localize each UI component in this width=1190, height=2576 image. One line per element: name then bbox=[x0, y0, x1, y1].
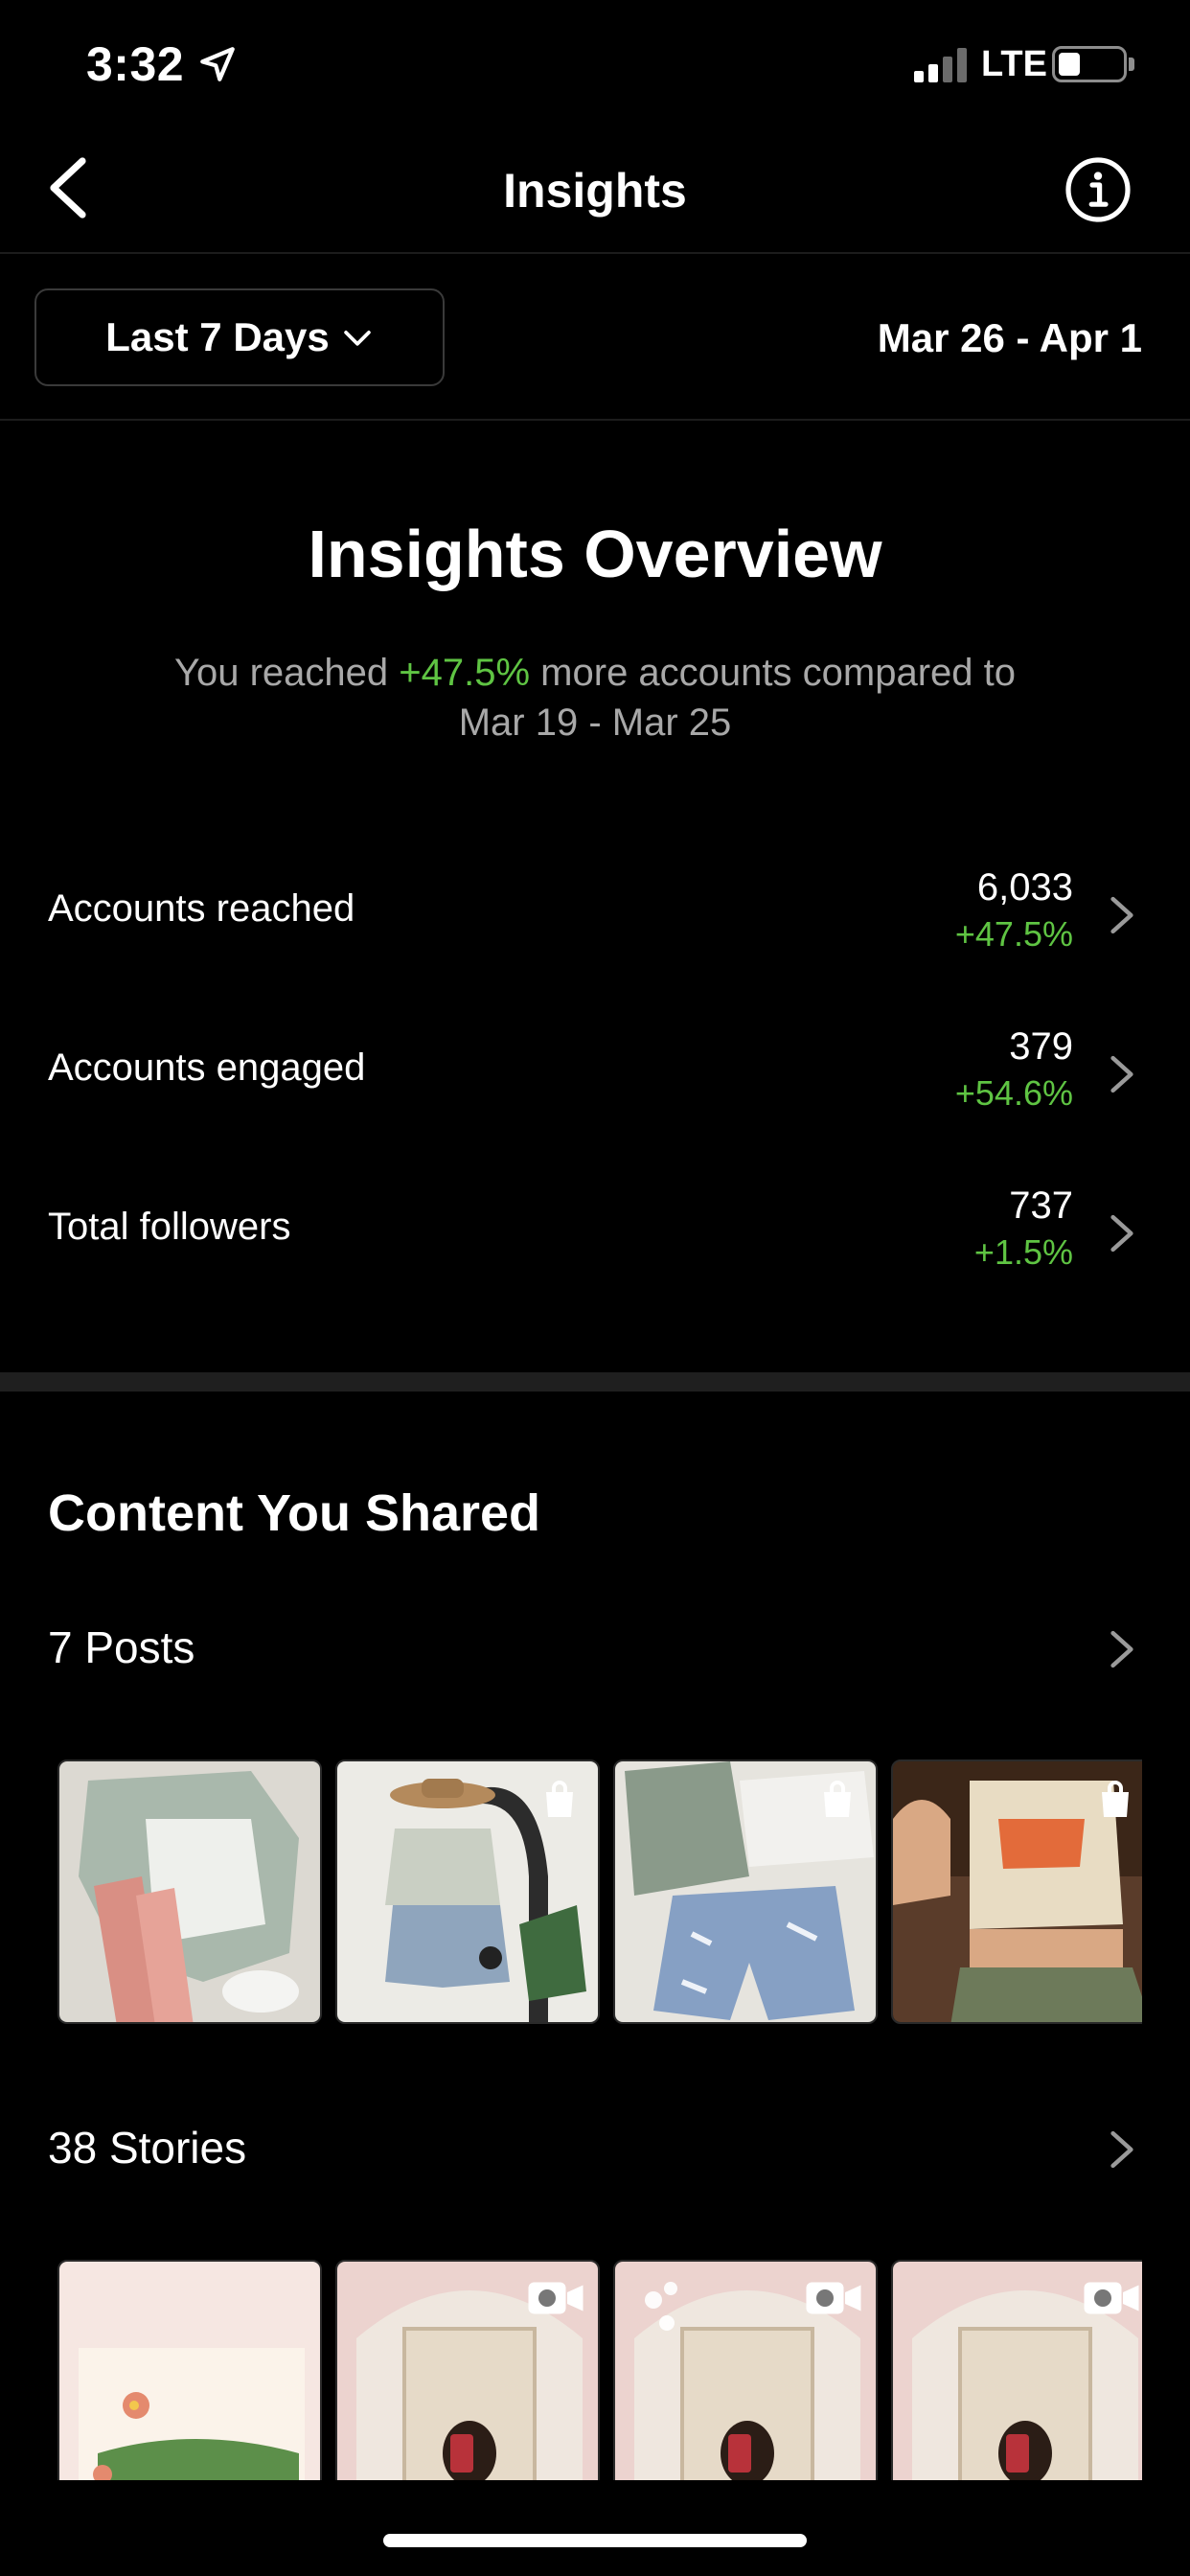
section-divider bbox=[0, 1372, 1190, 1392]
metric-delta: +54.6% bbox=[954, 1073, 1073, 1113]
chevron-right-icon bbox=[1110, 1630, 1133, 1668]
overview-subtitle-change: +47.5% bbox=[399, 652, 531, 694]
content-section-title: Content You Shared bbox=[48, 1484, 541, 1542]
overview-subtitle-suffix: more accounts compared to bbox=[530, 652, 1016, 694]
metric-label: Accounts engaged bbox=[48, 1046, 366, 1089]
post-image bbox=[59, 1761, 320, 2022]
story-image bbox=[59, 2262, 320, 2480]
chevron-right-icon bbox=[1110, 1214, 1133, 1253]
chevron-right-icon bbox=[1110, 896, 1133, 934]
posts-count-label: 7 Posts bbox=[48, 1622, 195, 1672]
nav-bar: Insights bbox=[0, 134, 1190, 254]
chevron-right-icon bbox=[1110, 1055, 1133, 1093]
metric-label: Accounts reached bbox=[48, 887, 355, 930]
battery-icon bbox=[1052, 46, 1127, 82]
chevron-down-icon bbox=[343, 331, 371, 346]
metric-value: 6,033 bbox=[976, 866, 1073, 908]
battery-nub bbox=[1129, 58, 1134, 71]
status-time: 3:32 bbox=[86, 37, 185, 91]
network-type: LTE bbox=[981, 44, 1047, 84]
metric-delta: +1.5% bbox=[973, 1232, 1073, 1272]
chevron-right-icon bbox=[1110, 2130, 1133, 2169]
story-thumbnail[interactable] bbox=[613, 2260, 878, 2480]
metric-label: Total followers bbox=[48, 1206, 291, 1248]
status-bar: 3:32 LTE bbox=[0, 0, 1190, 134]
post-thumbnail[interactable] bbox=[335, 1760, 600, 2024]
metric-value: 737 bbox=[1009, 1184, 1073, 1227]
date-range-text: Mar 26 - Apr 1 bbox=[877, 315, 1142, 360]
overview-subtitle: You reached +47.5% more accounts compare… bbox=[0, 648, 1190, 748]
metric-row-accounts-engaged[interactable]: Accounts engaged 379 +54.6% bbox=[0, 997, 1190, 1156]
home-indicator[interactable] bbox=[383, 2534, 807, 2547]
shopping-bag-icon bbox=[546, 1781, 573, 1817]
overview-subtitle-line2: Mar 19 - Mar 25 bbox=[458, 702, 732, 744]
info-circle-icon[interactable] bbox=[1064, 155, 1133, 224]
location-arrow-icon bbox=[200, 47, 235, 81]
stories-count-label: 38 Stories bbox=[48, 2123, 247, 2173]
shopping-bag-icon bbox=[824, 1781, 851, 1817]
posts-header[interactable]: 7 Posts bbox=[0, 1602, 1190, 1698]
stories-header[interactable]: 38 Stories bbox=[0, 2103, 1190, 2198]
video-camera-icon bbox=[528, 2282, 584, 2314]
date-range-dropdown[interactable]: Last 7 Days bbox=[34, 288, 445, 386]
metric-row-total-followers[interactable]: Total followers 737 +1.5% bbox=[0, 1156, 1190, 1315]
cell-signal-icon bbox=[914, 46, 968, 82]
post-thumbnail[interactable] bbox=[613, 1760, 878, 2024]
stories-thumbnail-strip bbox=[57, 2260, 1142, 2480]
post-thumbnail[interactable] bbox=[891, 1760, 1142, 2024]
post-thumbnail[interactable] bbox=[57, 1760, 322, 2024]
story-thumbnail[interactable] bbox=[57, 2260, 322, 2480]
insights-screen: 3:32 LTE Insights Last 7 Days Mar 26 - A… bbox=[0, 0, 1190, 2576]
overview-title: Insights Overview bbox=[308, 517, 882, 591]
shopping-bag-icon bbox=[1102, 1781, 1129, 1817]
story-thumbnail[interactable] bbox=[891, 2260, 1142, 2480]
story-thumbnail[interactable] bbox=[335, 2260, 600, 2480]
metric-row-accounts-reached[interactable]: Accounts reached 6,033 +47.5% bbox=[0, 838, 1190, 997]
date-range-dropdown-label: Last 7 Days bbox=[105, 314, 330, 359]
page-title: Insights bbox=[503, 164, 687, 218]
video-camera-icon bbox=[806, 2282, 861, 2314]
filter-row: Last 7 Days Mar 26 - Apr 1 bbox=[0, 256, 1190, 421]
metric-delta: +47.5% bbox=[954, 914, 1073, 954]
overview-subtitle-prefix: You reached bbox=[174, 652, 400, 694]
metric-value: 379 bbox=[1009, 1025, 1073, 1068]
video-camera-icon bbox=[1084, 2282, 1139, 2314]
posts-thumbnail-strip bbox=[57, 1760, 1142, 2028]
